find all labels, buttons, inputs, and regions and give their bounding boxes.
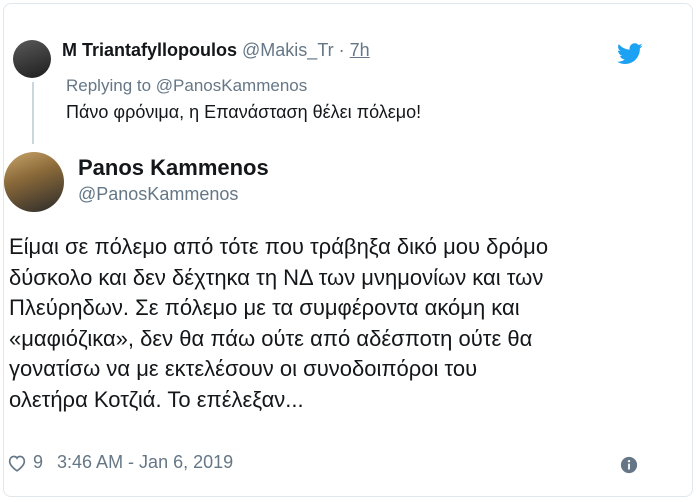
like-count: 9 bbox=[33, 452, 44, 472]
replying-to-line: Replying to @PanosKammenos bbox=[66, 76, 307, 96]
tweet-body-line: γονατίσω να με εκτελέσουν οι συνοδοιπόρο… bbox=[9, 356, 478, 381]
reply-timestamp[interactable]: 7h bbox=[350, 40, 370, 60]
reply-author-avatar[interactable] bbox=[13, 40, 51, 78]
tweet-author-avatar[interactable] bbox=[4, 152, 64, 212]
replying-to-label: Replying to bbox=[66, 76, 152, 95]
separator-dot: · bbox=[338, 40, 345, 60]
twitter-bird-icon[interactable] bbox=[617, 43, 643, 65]
info-icon[interactable] bbox=[620, 456, 638, 474]
tweet-body-line: Είμαι σε πόλεμο από τότε που τράβηξα δικ… bbox=[9, 234, 549, 259]
tweet-author-handle[interactable]: @PanosKammenos bbox=[78, 184, 238, 205]
reply-author-handle[interactable]: @Makis_Tr bbox=[242, 40, 334, 60]
tweet-author-name[interactable]: Panos Kammenos bbox=[78, 155, 269, 181]
tweet-footer: 9 3:46 AM - Jan 6, 2019 bbox=[7, 452, 233, 473]
reply-author-name[interactable]: M Triantafyllopoulos bbox=[62, 40, 237, 60]
tweet-timestamp[interactable]: 3:46 AM - Jan 6, 2019 bbox=[57, 452, 233, 473]
reply-tweet-text: Πάνο φρόνιμα, η Επανάσταση θέλει πόλεμο! bbox=[66, 102, 422, 122]
tweet-body-line: Πλεύρηδων. Σε πόλεμο με τα συμφέροντα ακ… bbox=[9, 295, 520, 320]
tweet-body-line: «μαφιόζικα», δεν θα πάω ούτε από αδέσποτ… bbox=[9, 325, 533, 351]
tweet-body: Είμαι σε πόλεμο από τότε που τράβηξα δικ… bbox=[9, 232, 689, 415]
thread-connector-line bbox=[32, 82, 34, 144]
reply-header: M Triantafyllopoulos @Makis_Tr · 7h bbox=[62, 40, 370, 61]
tweet-body-line: δύσκολο και δεν δέχτηκα τη ΝΔ των μνημον… bbox=[9, 264, 544, 290]
heart-icon[interactable] bbox=[7, 454, 27, 472]
tweet-body-line: ολετήρα Κοτζιά. Το επέλεξαν... bbox=[9, 386, 304, 412]
replying-to-mention[interactable]: @PanosKammenos bbox=[156, 76, 307, 95]
